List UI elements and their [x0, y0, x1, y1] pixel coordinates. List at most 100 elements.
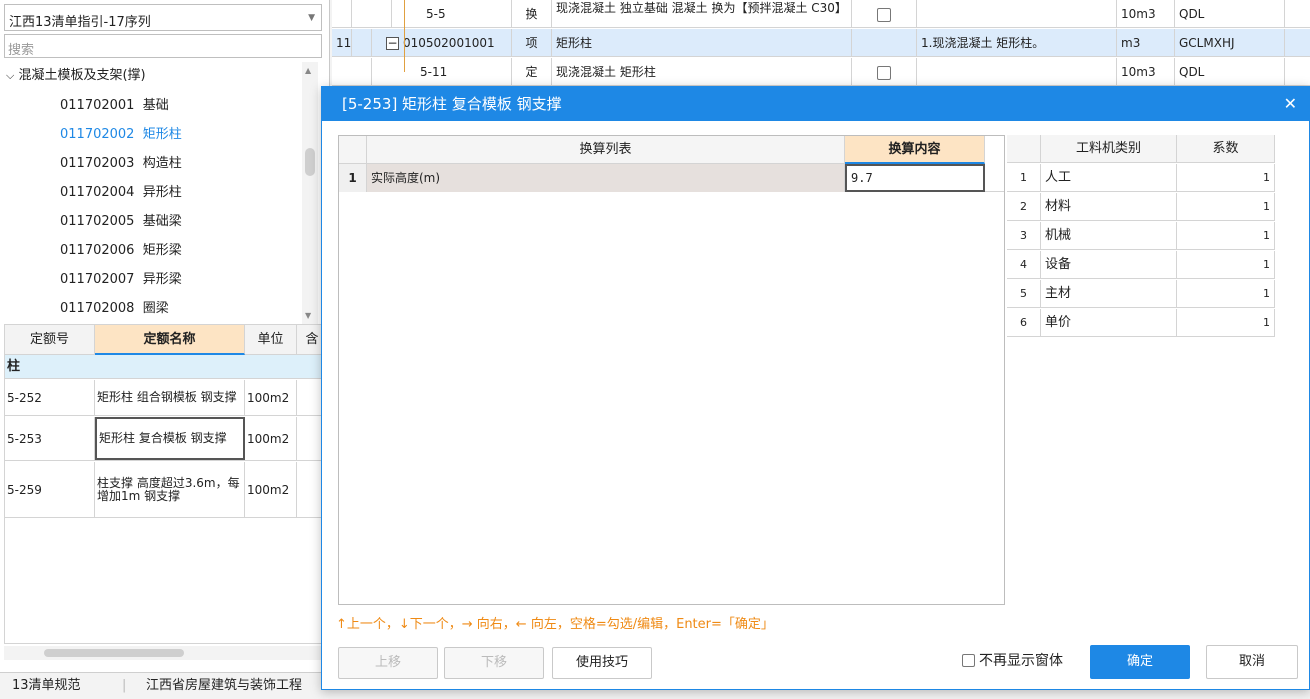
scrollbar-thumb[interactable] [44, 649, 184, 657]
tips-button[interactable]: 使用技巧 [552, 647, 652, 679]
row-unit: 10m3 [1117, 58, 1175, 86]
row-unit: 10m3 [1117, 0, 1175, 28]
checkbox[interactable] [877, 7, 891, 22]
quota-grid: 定额号 定额名称 单位 含 柱 5-252 矩形柱 组合钢模板 钢支撑 100m… [4, 324, 326, 644]
row-index: 1 [1007, 164, 1041, 192]
checkbox[interactable] [877, 65, 891, 80]
status-spec[interactable]: 13清单规范 [12, 673, 81, 699]
library-select[interactable]: 江西13清单指引-17序列 ▼ [4, 4, 322, 31]
move-up-button[interactable]: 上移 [338, 647, 438, 679]
table-row[interactable]: 2 材料 1 [1007, 193, 1275, 221]
move-down-button[interactable]: 下移 [444, 647, 544, 679]
column-header[interactable]: 工料机类别 [1041, 135, 1177, 163]
category: 设备 [1041, 251, 1177, 279]
coefficient-grid: 工料机类别 系数 1 人工 1 2 材料 1 3 机械 1 4 设备 1 5 主… [1007, 135, 1275, 605]
ok-button[interactable]: 确定 [1090, 645, 1190, 679]
checkbox[interactable] [962, 654, 975, 667]
tree-item[interactable]: 011702007 异形梁 [60, 266, 182, 294]
table-row[interactable]: 1 实际高度(m) 9.7 [339, 164, 1004, 192]
app-window: 5-5 换 现浇混凝土 独立基础 混凝土 换为【预拌混凝土 C30】 10m3 … [0, 0, 1310, 699]
dialog-title-bar[interactable]: [5-253] 矩形柱 复合模板 钢支撑 ✕ [322, 87, 1309, 121]
quota-unit: 100m2 [245, 462, 297, 517]
scrollbar-thumb[interactable] [305, 148, 315, 176]
quota-code: 5-252 [5, 380, 95, 415]
row-rule: QDL [1175, 58, 1285, 86]
column-header[interactable]: 定额号 [5, 325, 95, 355]
scroll-down-icon[interactable]: ▼ [305, 311, 311, 320]
dont-show-again-checkbox[interactable]: 不再显示窗体 [962, 653, 1063, 669]
row-feature [917, 0, 1117, 28]
chevron-down-icon[interactable]: ▼ [308, 13, 315, 23]
row-code: 5-11 [372, 58, 512, 86]
scroll-up-icon[interactable]: ▲ [305, 66, 311, 75]
tree-item-code: 011702002 [60, 127, 135, 142]
table-row[interactable]: 5-5 换 现浇混凝土 独立基础 混凝土 换为【预拌混凝土 C30】 10m3 … [332, 0, 1310, 28]
tree-item-selected[interactable]: 011702002 矩形柱 [60, 121, 182, 149]
category: 单价 [1041, 309, 1177, 337]
tree-item-name: 构造柱 [142, 156, 182, 171]
table-row[interactable]: 3 机械 1 [1007, 222, 1275, 250]
conversion-grid: 换算列表 换算内容 1 实际高度(m) 9.7 [338, 135, 1005, 605]
column-header[interactable]: 系数 [1177, 135, 1275, 163]
close-icon[interactable]: ✕ [1284, 87, 1297, 121]
table-row[interactable]: 5 主材 1 [1007, 280, 1275, 308]
conversion-value-input[interactable]: 9.7 [845, 164, 985, 192]
quota-name-cell[interactable]: 矩形柱 复合模板 钢支撑 [95, 417, 245, 460]
column-header[interactable]: 单位 [245, 325, 297, 355]
row-code: 010502001001 [403, 36, 495, 50]
search-input[interactable]: 搜索 [4, 34, 322, 58]
column-header[interactable]: 换算列表 [367, 136, 845, 164]
tree-item-code: 011702008 [60, 301, 135, 316]
tree-item[interactable]: 011702001 基础 [60, 92, 169, 120]
cancel-button[interactable]: 取消 [1206, 645, 1298, 679]
row-code: 5-5 [392, 0, 512, 28]
table-row[interactable]: 5-259 柱支撑 高度超过3.6m，每增加1m 钢支撑 100m2 [5, 462, 325, 518]
dialog-title: [5-253] 矩形柱 复合模板 钢支撑 [342, 95, 562, 113]
row-checkbox-cell[interactable] [852, 58, 917, 86]
row-name: 矩形柱 [552, 29, 852, 57]
tree-group[interactable]: ⌵ 混凝土模板及支架(撑) [6, 62, 146, 90]
table-row-selected[interactable]: 5-253 矩形柱 复合模板 钢支撑 100m2 [5, 417, 325, 461]
table-row[interactable]: 1 人工 1 [1007, 164, 1275, 192]
tree-group-label: 混凝土模板及支架(撑) [18, 68, 146, 83]
row-code-cell[interactable]: −010502001001 [372, 29, 512, 57]
column-header-active[interactable]: 定额名称 [95, 325, 245, 355]
table-row[interactable]: 4 设备 1 [1007, 251, 1275, 279]
tree-item-name: 矩形梁 [142, 243, 182, 258]
column-header-active[interactable]: 换算内容 [845, 136, 985, 164]
table-row[interactable]: 5-11 定 现浇混凝土 矩形柱 10m3 QDL [332, 58, 1310, 86]
row-name: 现浇混凝土 矩形柱 [552, 58, 852, 86]
quota-unit: 100m2 [245, 417, 297, 460]
chevron-down-icon[interactable]: ⌵ [6, 69, 14, 82]
coefficient[interactable]: 1 [1177, 309, 1275, 337]
coefficient[interactable]: 1 [1177, 251, 1275, 279]
coefficient[interactable]: 1 [1177, 222, 1275, 250]
table-row[interactable]: 5-252 矩形柱 组合钢模板 钢支撑 100m2 [5, 380, 325, 416]
row-feature [917, 58, 1117, 86]
table-row[interactable]: 11 −010502001001 项 矩形柱 1.现浇混凝土 矩形柱。 m3 G… [332, 29, 1310, 57]
status-standard[interactable]: 江西省房屋建筑与装饰工程 [146, 673, 302, 699]
category: 主材 [1041, 280, 1177, 308]
tree-item-name: 基础 [142, 98, 169, 113]
coefficient[interactable]: 1 [1177, 164, 1275, 192]
row-type: 定 [512, 58, 552, 86]
row-checkbox-cell[interactable] [852, 0, 917, 28]
tree-scrollbar[interactable]: ▲ ▼ [302, 62, 318, 324]
quota-name: 矩形柱 复合模板 钢支撑 [99, 431, 227, 445]
horizontal-scrollbar[interactable] [4, 646, 326, 660]
tree-item[interactable]: 011702003 构造柱 [60, 150, 182, 178]
tree-item[interactable]: 011702008 圈梁 [60, 295, 169, 323]
row-number [332, 0, 352, 28]
group-row[interactable]: 柱 [5, 355, 325, 379]
tree-item-code: 011702004 [60, 185, 135, 200]
collapse-icon[interactable]: − [386, 37, 399, 50]
tree-item[interactable]: 011702005 基础梁 [60, 208, 182, 236]
coefficient[interactable]: 1 [1177, 193, 1275, 221]
tree-item-code: 011702005 [60, 214, 135, 229]
tree-item[interactable]: 011702006 矩形梁 [60, 237, 182, 265]
coefficient[interactable]: 1 [1177, 280, 1275, 308]
table-row[interactable]: 6 单价 1 [1007, 309, 1275, 337]
tree-item-name: 基础梁 [142, 214, 182, 229]
category: 人工 [1041, 164, 1177, 192]
tree-item[interactable]: 011702004 异形柱 [60, 179, 182, 207]
